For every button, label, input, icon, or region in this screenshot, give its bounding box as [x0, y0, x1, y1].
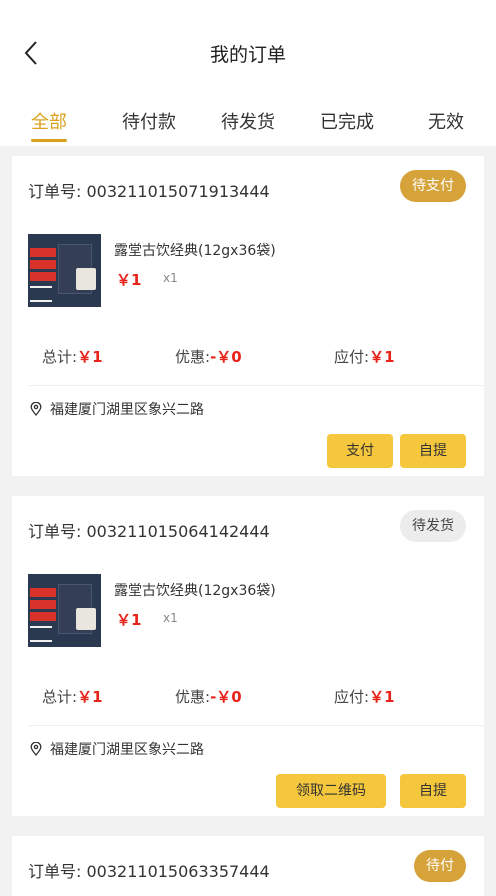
- order-discount: 优惠:-￥0: [175, 348, 242, 366]
- order-number: 订单号: 003211015064142444: [28, 522, 270, 541]
- tab-invalid[interactable]: 无效: [428, 108, 464, 134]
- order-total: 总计:￥1: [42, 348, 103, 366]
- delivery-address: 福建厦门湖里区象兴二路: [30, 399, 204, 419]
- status-badge: 待付: [414, 850, 466, 882]
- order-amount-due: 应付:￥1: [334, 348, 395, 366]
- divider: [28, 385, 484, 386]
- page-title: 我的订单: [209, 44, 286, 66]
- product-thumbnail: [28, 234, 101, 307]
- tab-pending-payment[interactable]: 待付款: [122, 108, 176, 134]
- header: 我的订单: [0, 0, 496, 100]
- divider: [28, 725, 484, 726]
- tab-all-label: 全部: [31, 112, 67, 133]
- product-thumbnail: [28, 574, 101, 647]
- status-badge: 待发货: [400, 510, 466, 542]
- order-amount-due: 应付:￥1: [334, 688, 395, 706]
- location-pin-icon: [30, 402, 42, 416]
- self-pickup-button[interactable]: 自提: [400, 774, 466, 808]
- pay-button[interactable]: 支付: [327, 434, 393, 468]
- product-name: 露堂古饮经典(12gx36袋): [114, 583, 276, 599]
- status-badge: 待支付: [400, 170, 466, 202]
- order-number: 订单号: 003211015071913444: [28, 182, 270, 201]
- order-card[interactable]: 订单号: 003211015064142444 待发货 露堂古饮经典(12gx3…: [12, 496, 484, 816]
- product-quantity: x1: [163, 611, 178, 625]
- order-number: 订单号: 003211015063357444: [28, 862, 270, 881]
- order-card[interactable]: 订单号: 003211015063357444 待付: [12, 836, 484, 896]
- tab-all[interactable]: 全部: [31, 108, 67, 142]
- order-total: 总计:￥1: [42, 688, 103, 706]
- product-name: 露堂古饮经典(12gx36袋): [114, 243, 276, 259]
- order-tabs: 全部 待付款 待发货 已完成 无效: [0, 100, 496, 146]
- product-quantity: x1: [163, 271, 178, 285]
- tab-active-indicator: [31, 139, 67, 142]
- self-pickup-button[interactable]: 自提: [400, 434, 466, 468]
- product-price: ￥1: [116, 271, 142, 289]
- tab-completed[interactable]: 已完成: [320, 108, 374, 134]
- product-price: ￥1: [116, 611, 142, 629]
- tab-pending-shipment[interactable]: 待发货: [221, 108, 275, 134]
- location-pin-icon: [30, 742, 42, 756]
- get-qr-code-button[interactable]: 领取二维码: [276, 774, 386, 808]
- order-card[interactable]: 订单号: 003211015071913444 待支付 露堂古饮经典(12gx3…: [12, 156, 484, 476]
- order-discount: 优惠:-￥0: [175, 688, 242, 706]
- delivery-address: 福建厦门湖里区象兴二路: [30, 739, 204, 759]
